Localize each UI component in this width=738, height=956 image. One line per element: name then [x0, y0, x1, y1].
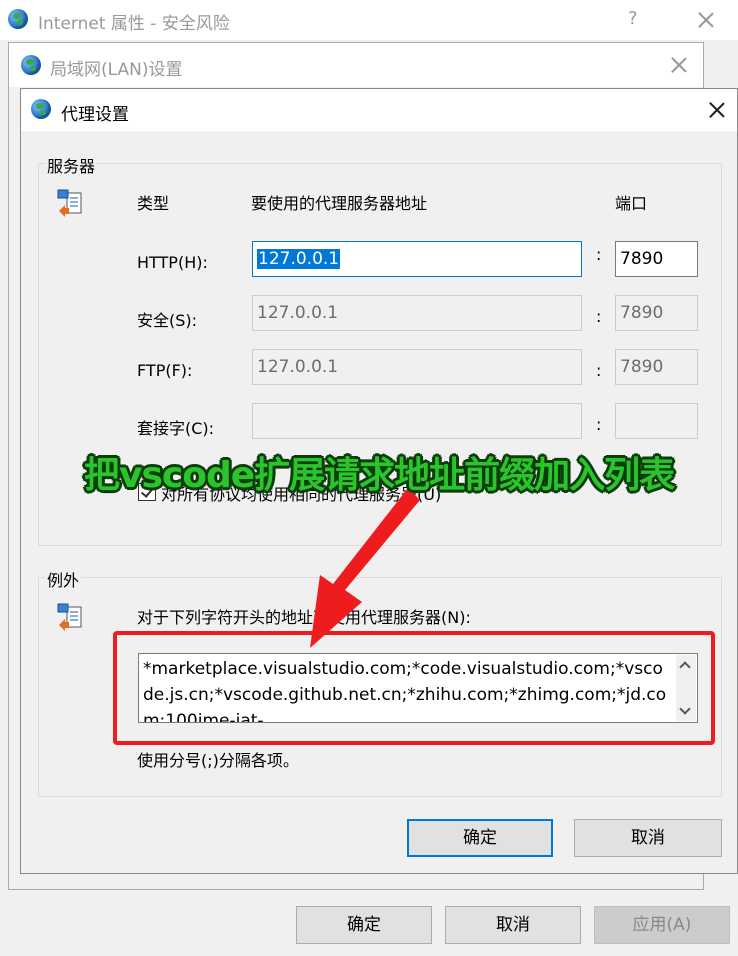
- annotation-text: 把vscode扩展请求地址前缀加入列表: [84, 455, 675, 496]
- exceptions-group-label: 例外: [45, 567, 82, 591]
- cancel-button[interactable]: 取消: [445, 906, 581, 944]
- secure-address-input: 127.0.0.1: [252, 295, 582, 331]
- column-address-label: 要使用的代理服务器地址: [251, 194, 428, 213]
- apply-button[interactable]: 应用(A): [594, 906, 730, 944]
- socks-address-input: [252, 403, 582, 439]
- close-icon[interactable]: [705, 98, 729, 122]
- lan-window-title: 局域网(LAN)设置: [50, 60, 183, 80]
- secure-port-input: 7890: [615, 295, 698, 331]
- help-button[interactable]: ?: [628, 8, 638, 29]
- secure-label: 安全(S):: [137, 311, 198, 330]
- main-window-title: Internet 属性 - 安全风险: [38, 14, 230, 34]
- column-port-label: 端口: [615, 194, 648, 213]
- socks-port-input: [615, 403, 698, 439]
- ok-button[interactable]: 确定: [296, 906, 432, 944]
- http-address-value: 127.0.0.1: [257, 249, 341, 269]
- proxy-dialog-title: 代理设置: [61, 105, 129, 125]
- proxy-server-icon: [57, 189, 82, 217]
- red-arrow-icon: [310, 488, 420, 648]
- http-colon: :: [596, 245, 602, 264]
- ftp-address-input: 127.0.0.1: [252, 349, 582, 385]
- ok-button[interactable]: 确定: [407, 819, 553, 857]
- socks-label: 套接字(C):: [137, 419, 215, 438]
- ftp-label: FTP(F):: [137, 361, 193, 380]
- exceptions-hint: 使用分号(;)分隔各项。: [137, 751, 299, 770]
- ftp-colon: :: [596, 361, 602, 380]
- http-address-input[interactable]: 127.0.0.1: [252, 241, 582, 277]
- globe-icon: [8, 9, 28, 29]
- close-icon[interactable]: [694, 8, 718, 32]
- http-label: HTTP(H):: [137, 253, 208, 272]
- servers-group-label: 服务器: [45, 153, 98, 177]
- socks-colon: :: [596, 415, 602, 434]
- close-icon[interactable]: [667, 53, 691, 77]
- globe-icon: [31, 99, 51, 119]
- ftp-port-input: 7890: [615, 349, 698, 385]
- column-type-label: 类型: [137, 194, 170, 213]
- exceptions-icon: [57, 603, 82, 631]
- secure-colon: :: [596, 307, 602, 326]
- globe-icon: [21, 55, 41, 75]
- cancel-button[interactable]: 取消: [574, 819, 722, 857]
- http-port-input[interactable]: 7890: [615, 241, 698, 277]
